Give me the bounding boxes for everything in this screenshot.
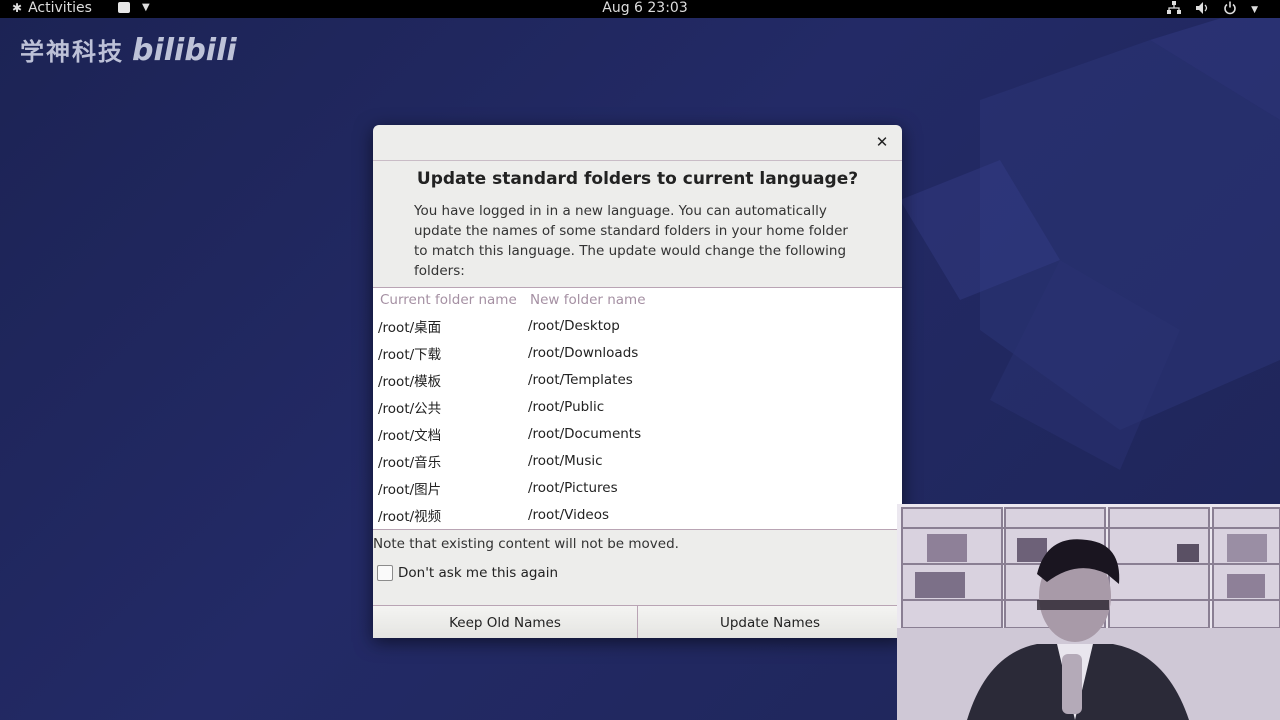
table-row[interactable]: /root/下载/root/Downloads (373, 339, 902, 366)
close-icon[interactable]: ✕ (874, 134, 890, 150)
current-folder-cell: /root/模板 (378, 373, 442, 390)
app-icon (118, 2, 130, 13)
volume-icon[interactable] (1195, 1, 1209, 19)
new-folder-cell: /root/Public (528, 398, 605, 415)
current-folder-cell: /root/视频 (378, 508, 442, 525)
current-folder-cell: /root/文档 (378, 427, 442, 444)
table-row[interactable]: /root/视频/root/Videos (373, 501, 902, 528)
update-names-button[interactable]: Update Names (637, 606, 902, 638)
watermark: 学神科技 bilibili (20, 32, 237, 68)
table-row[interactable]: /root/文档/root/Documents (373, 420, 902, 447)
activities-button[interactable]: ✱ Activities (12, 0, 92, 17)
presenter-video-image (897, 504, 1280, 720)
update-folders-dialog: ✕ Update standard folders to current lan… (373, 125, 902, 638)
chevron-down-icon: ▼ (142, 2, 150, 13)
top-bar: ✱ Activities ▼ Aug 6 23:03 ▼ (0, 0, 1280, 18)
new-folder-cell: /root/Downloads (528, 344, 639, 361)
new-folder-cell: /root/Desktop (528, 317, 620, 334)
new-folder-cell: /root/Templates (528, 371, 633, 388)
system-tray[interactable]: ▼ (1167, 1, 1258, 19)
app-menu[interactable]: ▼ (118, 2, 150, 13)
current-folder-cell: /root/公共 (378, 400, 442, 417)
bilibili-logo: bilibili (132, 33, 237, 68)
chevron-down-icon[interactable]: ▼ (1251, 5, 1258, 15)
dialog-buttons: Keep Old Names Update Names (373, 605, 902, 638)
current-folder-cell: /root/桌面 (378, 319, 442, 336)
dont-ask-label[interactable]: Don't ask me this again (398, 565, 558, 581)
keep-old-names-button[interactable]: Keep Old Names (373, 606, 637, 638)
dialog-headerbar: ✕ (373, 125, 902, 161)
column-header-new[interactable]: New folder name (530, 292, 646, 308)
network-icon[interactable] (1167, 1, 1182, 19)
power-icon[interactable] (1223, 1, 1237, 19)
activities-label: Activities (28, 0, 92, 16)
clock[interactable]: Aug 6 23:03 (600, 0, 690, 17)
new-folder-cell: /root/Pictures (528, 479, 618, 496)
dialog-description: You have logged in in a new language. Yo… (414, 203, 848, 279)
table-header: Current folder name New folder name (373, 288, 902, 312)
current-folder-cell: /root/音乐 (378, 454, 442, 471)
note-text: Note that existing content will not be m… (373, 536, 679, 552)
dont-ask-option[interactable]: Don't ask me this again (377, 565, 558, 581)
dont-ask-checkbox[interactable] (377, 565, 393, 581)
dialog-title: Update standard folders to current langu… (416, 169, 859, 189)
folders-table: Current folder name New folder name /roo… (373, 287, 902, 530)
column-header-current[interactable]: Current folder name (373, 292, 530, 308)
table-row[interactable]: /root/音乐/root/Music (373, 447, 902, 474)
new-folder-cell: /root/Videos (528, 506, 610, 523)
new-folder-cell: /root/Documents (528, 425, 642, 442)
gnome-foot-icon: ✱ (12, 1, 23, 15)
table-row[interactable]: /root/模板/root/Templates (373, 366, 902, 393)
table-row[interactable]: /root/图片/root/Pictures (373, 474, 902, 501)
webcam-overlay (897, 504, 1280, 720)
current-folder-cell: /root/图片 (378, 481, 442, 498)
table-row[interactable]: /root/桌面/root/Desktop (373, 312, 902, 339)
new-folder-cell: /root/Music (528, 452, 603, 469)
table-row[interactable]: /root/公共/root/Public (373, 393, 902, 420)
watermark-text: 学神科技 (20, 38, 124, 66)
current-folder-cell: /root/下载 (378, 346, 442, 363)
